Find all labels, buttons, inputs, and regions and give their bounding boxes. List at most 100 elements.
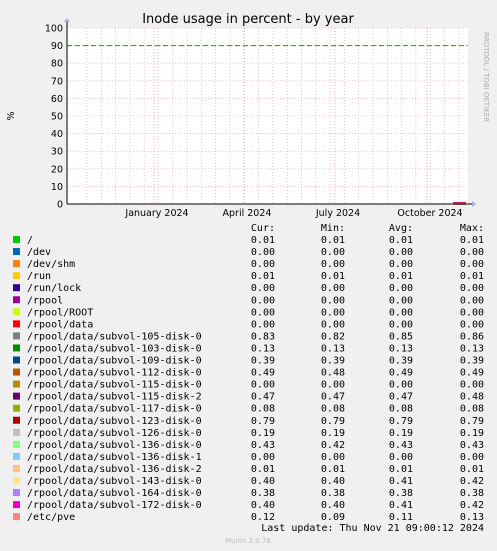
legend-swatch: [13, 416, 20, 424]
legend-value: 0.85: [389, 331, 413, 342]
y-tick-label: 100: [45, 24, 63, 35]
legend-series-name: /rpool/data/subvol-105-disk-0: [27, 331, 202, 342]
legend-value: 0.00: [251, 295, 275, 306]
legend-value: 0.48: [460, 392, 484, 403]
legend-value: 0.00: [321, 283, 345, 294]
legend-value: 0.79: [321, 416, 345, 427]
legend-value: 0.00: [321, 307, 345, 318]
legend-value: 0.00: [389, 295, 413, 306]
inode-usage-chart: Inode usage in percent - by year RRDTOOL…: [6, 12, 490, 545]
legend-value: 0.00: [460, 307, 484, 318]
legend-value: 0.47: [251, 392, 275, 403]
legend-value: 0.08: [389, 404, 413, 415]
legend-value: 0.19: [389, 428, 413, 439]
y-tick-label: 20: [51, 164, 63, 175]
legend-series-name: /rpool/data/subvol-164-disk-0: [27, 488, 202, 499]
legend-column-header: Cur:: [251, 223, 275, 234]
legend-value: 0.38: [251, 488, 275, 499]
legend-value: 0.13: [321, 343, 345, 354]
legend-value: 0.39: [321, 356, 345, 367]
legend-value: 0.39: [251, 356, 275, 367]
legend-swatch: [13, 440, 20, 448]
legend-series-name: /rpool/data/subvol-126-disk-0: [27, 428, 202, 439]
y-tick-label: 40: [51, 129, 63, 140]
legend-swatch: [13, 236, 20, 243]
legend-value: 0.43: [460, 440, 484, 451]
y-tick-label: 10: [51, 182, 63, 193]
legend-value: 0.41: [389, 476, 413, 487]
legend-value: 0.09: [321, 512, 345, 523]
legend-row: /rpool/data/subvol-136-disk-1 0.00 0.00 0.0…: [13, 452, 484, 463]
legend-series-name: /rpool/data/subvol-123-disk-0: [27, 416, 202, 427]
legend-swatch: [13, 332, 20, 340]
legend-value: 0.08: [251, 404, 275, 415]
legend-value: 0.00: [460, 452, 484, 463]
legend-series-name: /dev/shm: [27, 259, 75, 270]
legend-row: /rpool/data/subvol-126-disk-0 0.19 0.19 0.1…: [13, 428, 484, 439]
legend-value: 0.39: [389, 356, 413, 367]
legend-value: 0.01: [460, 235, 484, 246]
legend-value: 0.43: [251, 440, 275, 451]
legend-row: /rpool/data/subvol-109-disk-0 0.39 0.39 0.3…: [13, 356, 484, 367]
legend-value: 0.00: [251, 319, 275, 330]
legend-value: 0.00: [389, 319, 413, 330]
legend-swatch: [13, 248, 20, 256]
legend-value: 0.40: [251, 500, 275, 511]
legend-swatch: [13, 296, 20, 304]
legend-row: /rpool/data 0.00 0.00 0.00 0.00: [13, 319, 484, 330]
y-tick-labels: 0 10 20 30 40 50 60 70 80 90 100: [45, 24, 63, 211]
legend-value: 0.01: [321, 464, 345, 475]
legend-value: 0.01: [389, 235, 413, 246]
legend-value: 0.00: [251, 259, 275, 270]
legend-value: 0.40: [251, 476, 275, 487]
legend-value: 0.86: [460, 331, 484, 342]
legend-value: 0.01: [460, 271, 484, 282]
legend-value: 0.83: [251, 331, 275, 342]
legend-value: 0.19: [251, 428, 275, 439]
legend-series-name: /rpool/data/subvol-103-disk-0: [27, 343, 202, 354]
legend-value: 0.13: [389, 343, 413, 354]
legend-swatch: [13, 368, 20, 376]
legend-series-name: /run: [27, 271, 51, 282]
legend-value: 0.13: [251, 343, 275, 354]
legend-value: 0.43: [389, 440, 413, 451]
legend-value: 0.00: [460, 247, 484, 258]
legend-swatch: [13, 272, 20, 280]
legend-row: / 0.01 0.01 0.01 0.01: [13, 235, 484, 246]
legend-series-name: /run/lock: [27, 283, 81, 294]
legend-swatch: [13, 428, 20, 436]
legend-value: 0.00: [321, 380, 345, 391]
legend-value: 0.48: [321, 368, 345, 379]
legend-row: /dev/shm 0.00 0.00 0.00 0.00: [13, 259, 484, 270]
legend-row: /rpool/data/subvol-164-disk-0 0.38 0.38 0.3…: [13, 488, 484, 499]
legend-value: 0.01: [251, 235, 275, 246]
legend-value: 0.08: [460, 404, 484, 415]
y-tick-label: 0: [57, 200, 63, 211]
y-tick-label: 60: [51, 94, 63, 105]
x-tick-label: January 2024: [124, 208, 188, 219]
legend-series-name: /rpool/data/subvol-136-disk-0: [27, 440, 202, 451]
legend-row: /run/lock 0.00 0.00 0.00 0.00: [13, 283, 484, 294]
legend-value: 0.40: [321, 500, 345, 511]
legend-value: 0.00: [321, 247, 345, 258]
legend-value: 0.79: [251, 416, 275, 427]
legend-swatch: [13, 452, 20, 460]
legend-value: 0.08: [321, 404, 345, 415]
last-update: Last update: Thu Nov 21 09:00:12 2024: [261, 523, 484, 534]
legend-series-name: /rpool/data/subvol-136-disk-1: [27, 452, 202, 463]
legend-swatch: [13, 404, 20, 412]
legend-row: /rpool/data/subvol-172-disk-0 0.40 0.40 0.4…: [13, 500, 484, 511]
legend-swatch: [13, 380, 20, 388]
legend-value: 0.00: [251, 452, 275, 463]
y-tick-label: 50: [51, 112, 63, 123]
x-tick-labels: January 2024 April 2024 July 2024 October 2…: [124, 208, 462, 219]
legend-value: 0.00: [389, 380, 413, 391]
legend-value: 0.82: [321, 331, 345, 342]
legend-value: 0.49: [460, 368, 484, 379]
legend: /0.01 0.01 0.01 0.01/dev 0.00 0.00 0.00 0.00/de…: [13, 235, 484, 523]
legend-value: 0.00: [460, 283, 484, 294]
legend-value: 0.00: [389, 307, 413, 318]
legend-series-name: /etc/pve: [27, 512, 75, 523]
legend-value: 0.00: [389, 247, 413, 258]
legend-value: 0.00: [251, 247, 275, 258]
